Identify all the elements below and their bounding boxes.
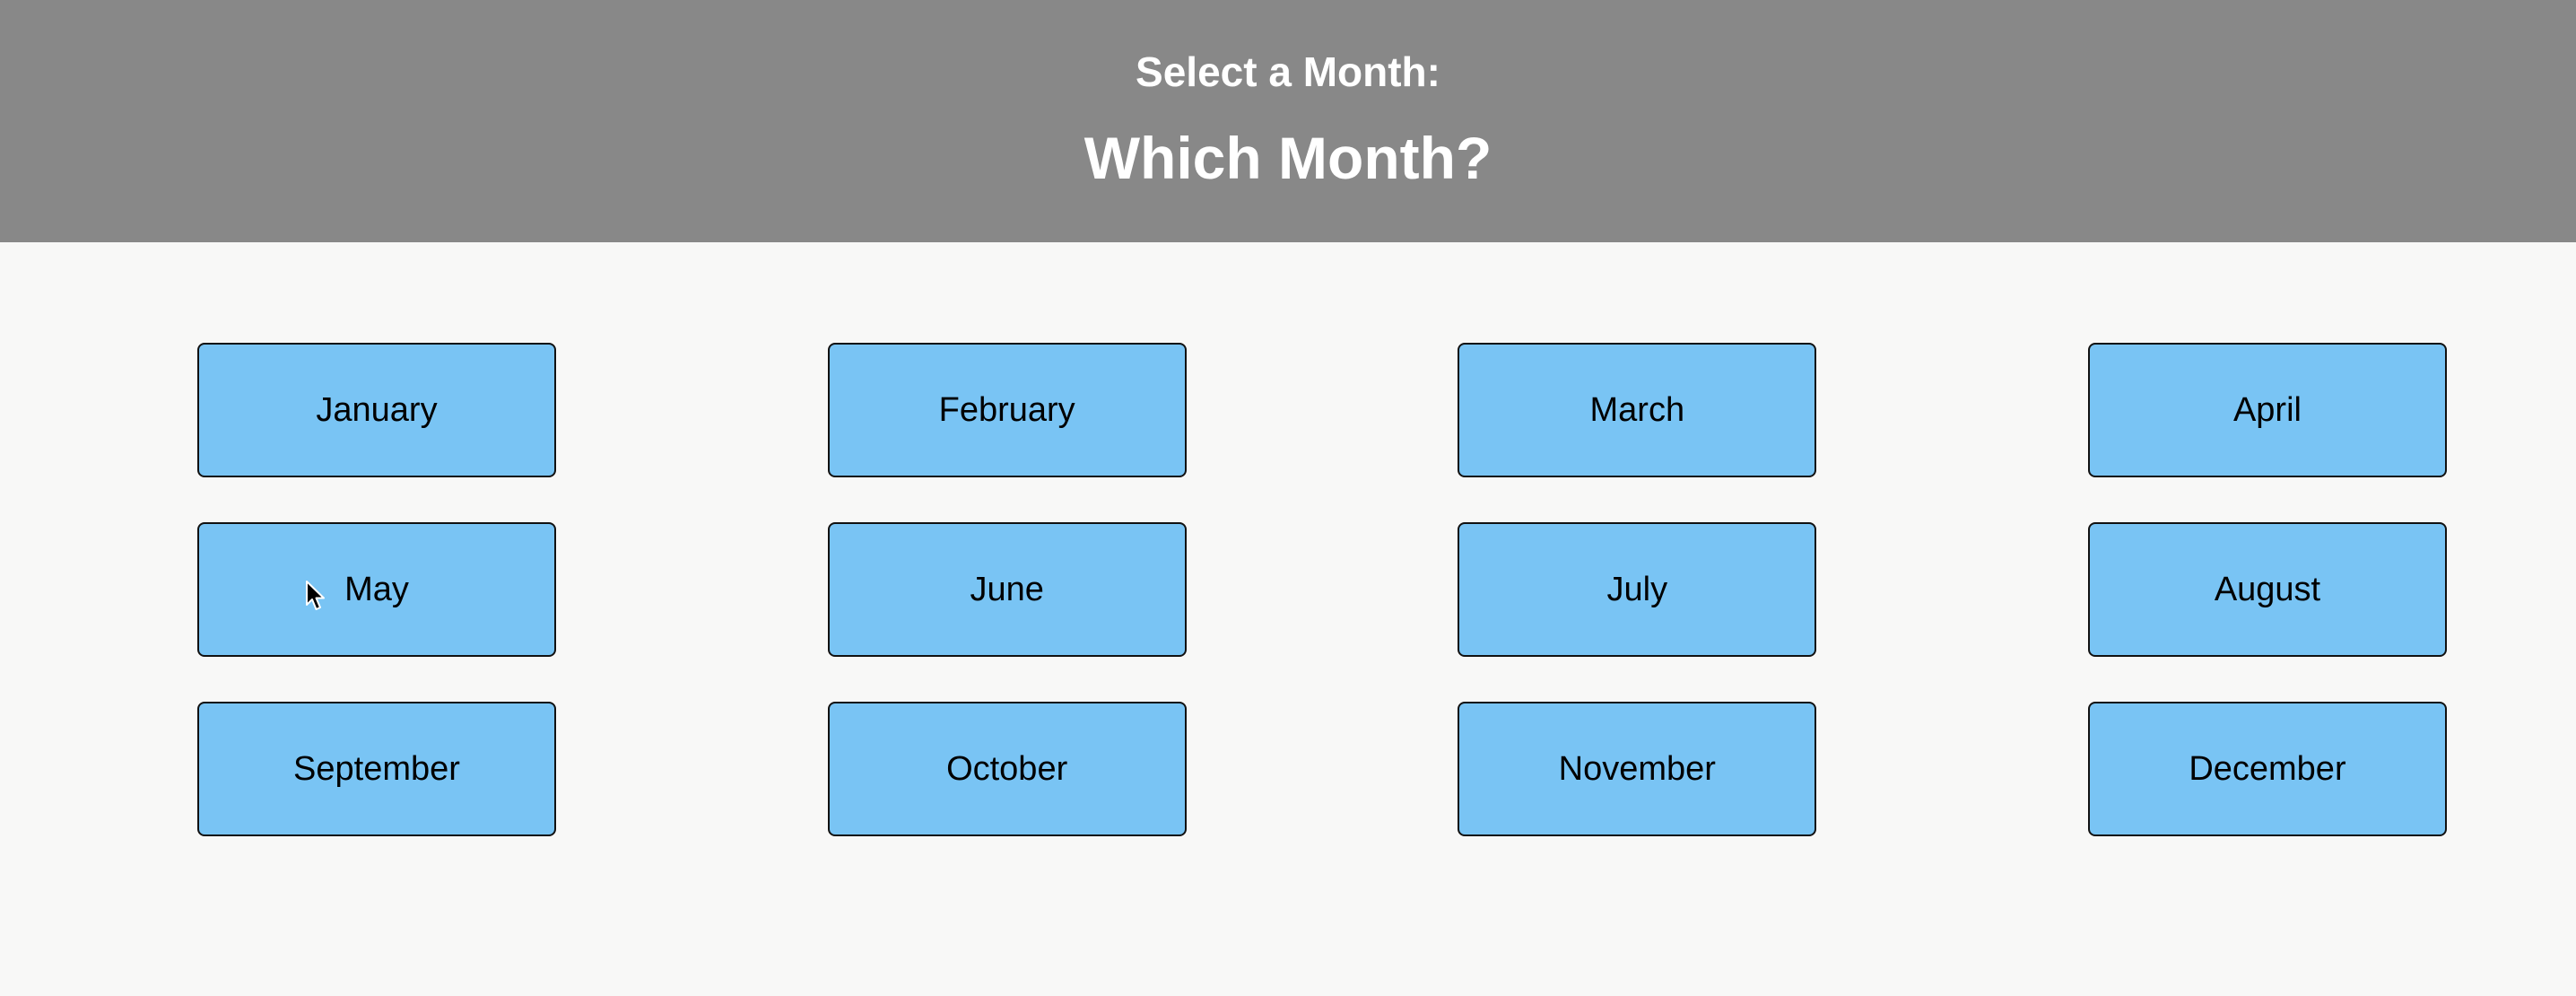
- month-button-february[interactable]: February: [827, 343, 1187, 477]
- month-button-january[interactable]: January: [197, 343, 556, 477]
- month-button-november[interactable]: November: [1458, 702, 1817, 836]
- page-title: Which Month?: [1083, 125, 1493, 191]
- month-button-april[interactable]: April: [2087, 343, 2447, 477]
- month-button-september[interactable]: September: [197, 702, 556, 836]
- month-button-june[interactable]: June: [827, 522, 1187, 657]
- month-grid: January February March April May June Ju…: [197, 343, 2447, 836]
- page-subtitle: Select a Month:: [1136, 48, 1440, 95]
- month-button-july[interactable]: July: [1458, 522, 1817, 657]
- page-header: Select a Month: Which Month?: [0, 0, 2576, 242]
- month-button-october[interactable]: October: [827, 702, 1187, 836]
- month-button-march[interactable]: March: [1458, 343, 1817, 477]
- month-button-december[interactable]: December: [2087, 702, 2447, 836]
- month-button-may[interactable]: May: [197, 522, 556, 657]
- month-button-august[interactable]: August: [2087, 522, 2447, 657]
